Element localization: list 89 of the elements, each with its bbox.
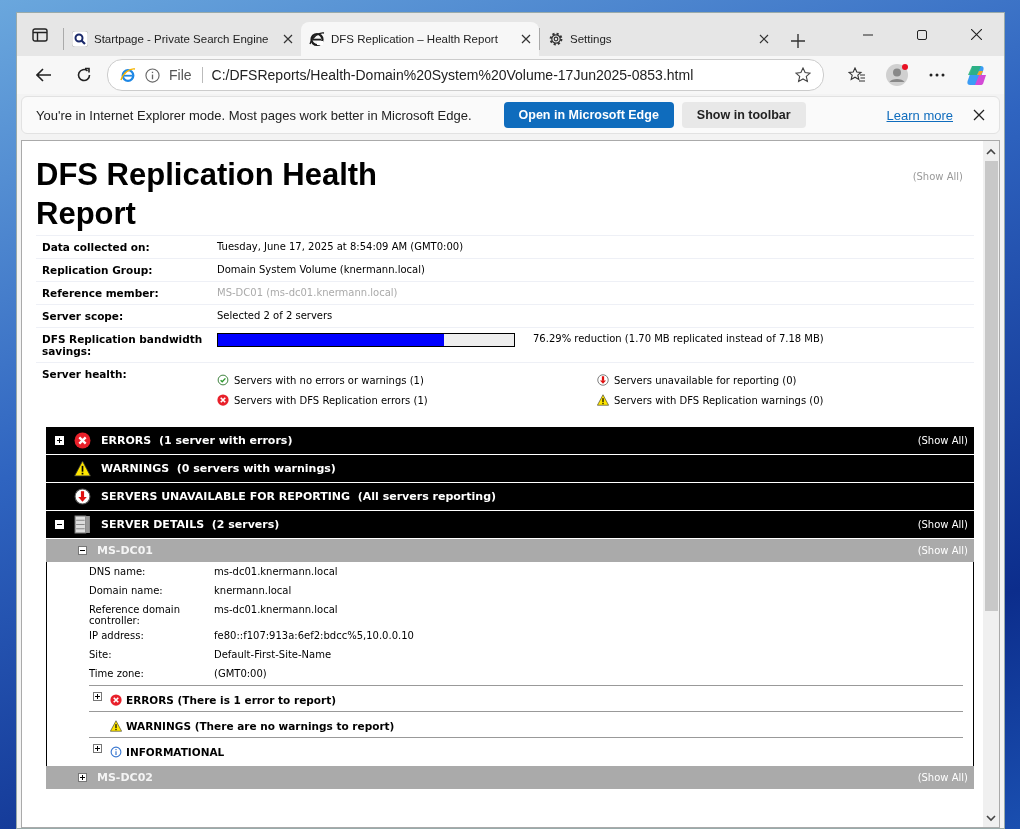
refresh-icon[interactable]: [76, 67, 92, 83]
error-icon: [217, 394, 229, 406]
field-value: MS-DC01 (ms-dc01.knermann.local): [217, 287, 399, 299]
sidebar-icon[interactable]: [32, 27, 48, 42]
search-icon: [72, 31, 88, 47]
close-icon[interactable]: [521, 34, 531, 44]
field-value: (GMT0:00): [214, 668, 268, 681]
health-item: Servers with DFS Replication warnings (0): [614, 394, 824, 406]
server-icon: [74, 515, 91, 534]
section-title: WARNINGS (0 servers with warnings): [101, 462, 336, 475]
profile-avatar[interactable]: [885, 63, 909, 87]
field-label: Replication Group:: [42, 264, 154, 276]
star-icon[interactable]: [795, 67, 811, 83]
warning-icon: [597, 394, 609, 406]
new-tab-icon[interactable]: [791, 34, 805, 48]
field-value: knermann.local: [214, 585, 293, 598]
warning-icon: [110, 720, 122, 732]
url-text: C:/DFSReports/Health-Domain%20System%20Volume-17Jun2025-0853.html: [211, 67, 695, 83]
section-header[interactable]: SERVER DETAILS (2 servers) (Show All): [46, 511, 974, 538]
close-icon[interactable]: [283, 34, 293, 44]
browser-tab[interactable]: Startpage - Private Search Engine: [63, 28, 301, 50]
field-label: Server health:: [42, 368, 128, 382]
subsection-title[interactable]: ERRORS (There is 1 error to report): [126, 694, 336, 706]
show-all-link[interactable]: (Show All): [917, 519, 968, 530]
field-label: DNS name:: [89, 566, 147, 579]
report-title: DFS Replication Health Report: [36, 156, 379, 233]
scroll-up-icon[interactable]: [985, 147, 997, 157]
field-value: Domain System Volume (knermann.local): [217, 264, 426, 276]
field-label: DFS Replication bandwidth savings:: [42, 333, 204, 357]
error-icon: [110, 694, 122, 706]
field-label: Data collected on:: [42, 241, 151, 253]
ie-logo-icon: [120, 67, 136, 83]
infobar-message: You're in Internet Explorer mode. Most pages work better in Microsoft Edge.: [36, 107, 472, 123]
expand-toggle[interactable]: [93, 692, 102, 701]
learn-more-link[interactable]: Learn more: [886, 107, 953, 123]
favorites-icon[interactable]: [848, 67, 866, 83]
health-item: Servers with DFS Replication errors (1): [234, 394, 428, 406]
info-icon[interactable]: [145, 67, 160, 83]
warning-icon: [74, 460, 91, 477]
health-item: Servers unavailable for reporting (0): [614, 374, 797, 386]
field-value: Default-First-Site-Name: [214, 649, 333, 662]
section-title: SERVERS UNAVAILABLE FOR REPORTING (All servers reporting): [101, 490, 497, 503]
address-bar[interactable]: File C:/DFSReports/Health-Domain%20System%20Volume-17Jun2025-0853.html: [107, 59, 824, 91]
show-in-toolbar-button[interactable]: Show in toolbar: [681, 102, 806, 128]
field-value: ms-dc01.knermann.local: [214, 566, 339, 579]
field-label: IP address:: [89, 630, 145, 643]
back-icon[interactable]: [36, 68, 52, 82]
server-name: MS-DC02: [97, 771, 153, 784]
field-value: 76.29% reduction (1.70 MB replicated instead of 7.18 MB): [533, 333, 824, 344]
scheme-label: File: [169, 67, 203, 83]
scroll-down-icon[interactable]: [985, 813, 997, 823]
show-all-link[interactable]: (Show All): [917, 435, 968, 446]
error-icon: [74, 432, 91, 449]
field-value: ms-dc01.knermann.local: [214, 604, 339, 617]
field-label: Site:: [89, 649, 113, 662]
field-label: Reference member:: [42, 287, 160, 299]
section-header[interactable]: SERVERS UNAVAILABLE FOR REPORTING (All servers reporting): [46, 483, 974, 510]
close-icon[interactable]: [971, 29, 982, 40]
more-icon[interactable]: [929, 73, 945, 77]
browser-tab[interactable]: Settings: [539, 28, 777, 50]
info-icon: [110, 746, 122, 758]
field-label: Domain name:: [89, 585, 164, 598]
field-label: Server scope:: [42, 310, 125, 322]
section-header[interactable]: WARNINGS (0 servers with warnings): [46, 455, 974, 482]
scrollbar[interactable]: [983, 141, 999, 827]
field-label: Time zone:: [89, 668, 145, 681]
subsection-title[interactable]: WARNINGS (There are no warnings to report): [126, 720, 395, 732]
subsection-title[interactable]: INFORMATIONAL: [126, 746, 225, 758]
browser-tab[interactable]: DFS Replication – Health Report: [301, 22, 539, 56]
copilot-icon[interactable]: [966, 64, 988, 86]
section-title: ERRORS (1 server with errors): [101, 434, 293, 447]
collapse-toggle[interactable]: [78, 546, 87, 555]
expand-toggle[interactable]: [93, 744, 102, 753]
field-value: Selected 2 of 2 servers: [217, 310, 334, 322]
maximize-icon[interactable]: [917, 29, 927, 40]
field-label: Reference domain controller:: [89, 604, 181, 626]
close-icon[interactable]: [973, 109, 985, 121]
health-item: Servers with no errors or warnings (1): [234, 374, 424, 386]
ie-logo-icon: [309, 31, 325, 47]
section-header[interactable]: ERRORS (1 server with errors) (Show All): [46, 427, 974, 454]
close-icon[interactable]: [759, 34, 769, 44]
check-icon: [217, 374, 229, 386]
expand-toggle[interactable]: [78, 773, 87, 782]
open-in-edge-button[interactable]: Open in Microsoft Edge: [503, 102, 674, 128]
settings-icon: [548, 31, 564, 47]
server-name: MS-DC01: [97, 544, 153, 557]
field-value: Tuesday, June 17, 2025 at 8:54:09 AM (GMT0:00): [217, 241, 465, 253]
section-title: SERVER DETAILS (2 servers): [101, 518, 280, 531]
field-value: fe80::f107:913a:6ef2:bdcc%5,10.0.0.10: [214, 630, 415, 643]
